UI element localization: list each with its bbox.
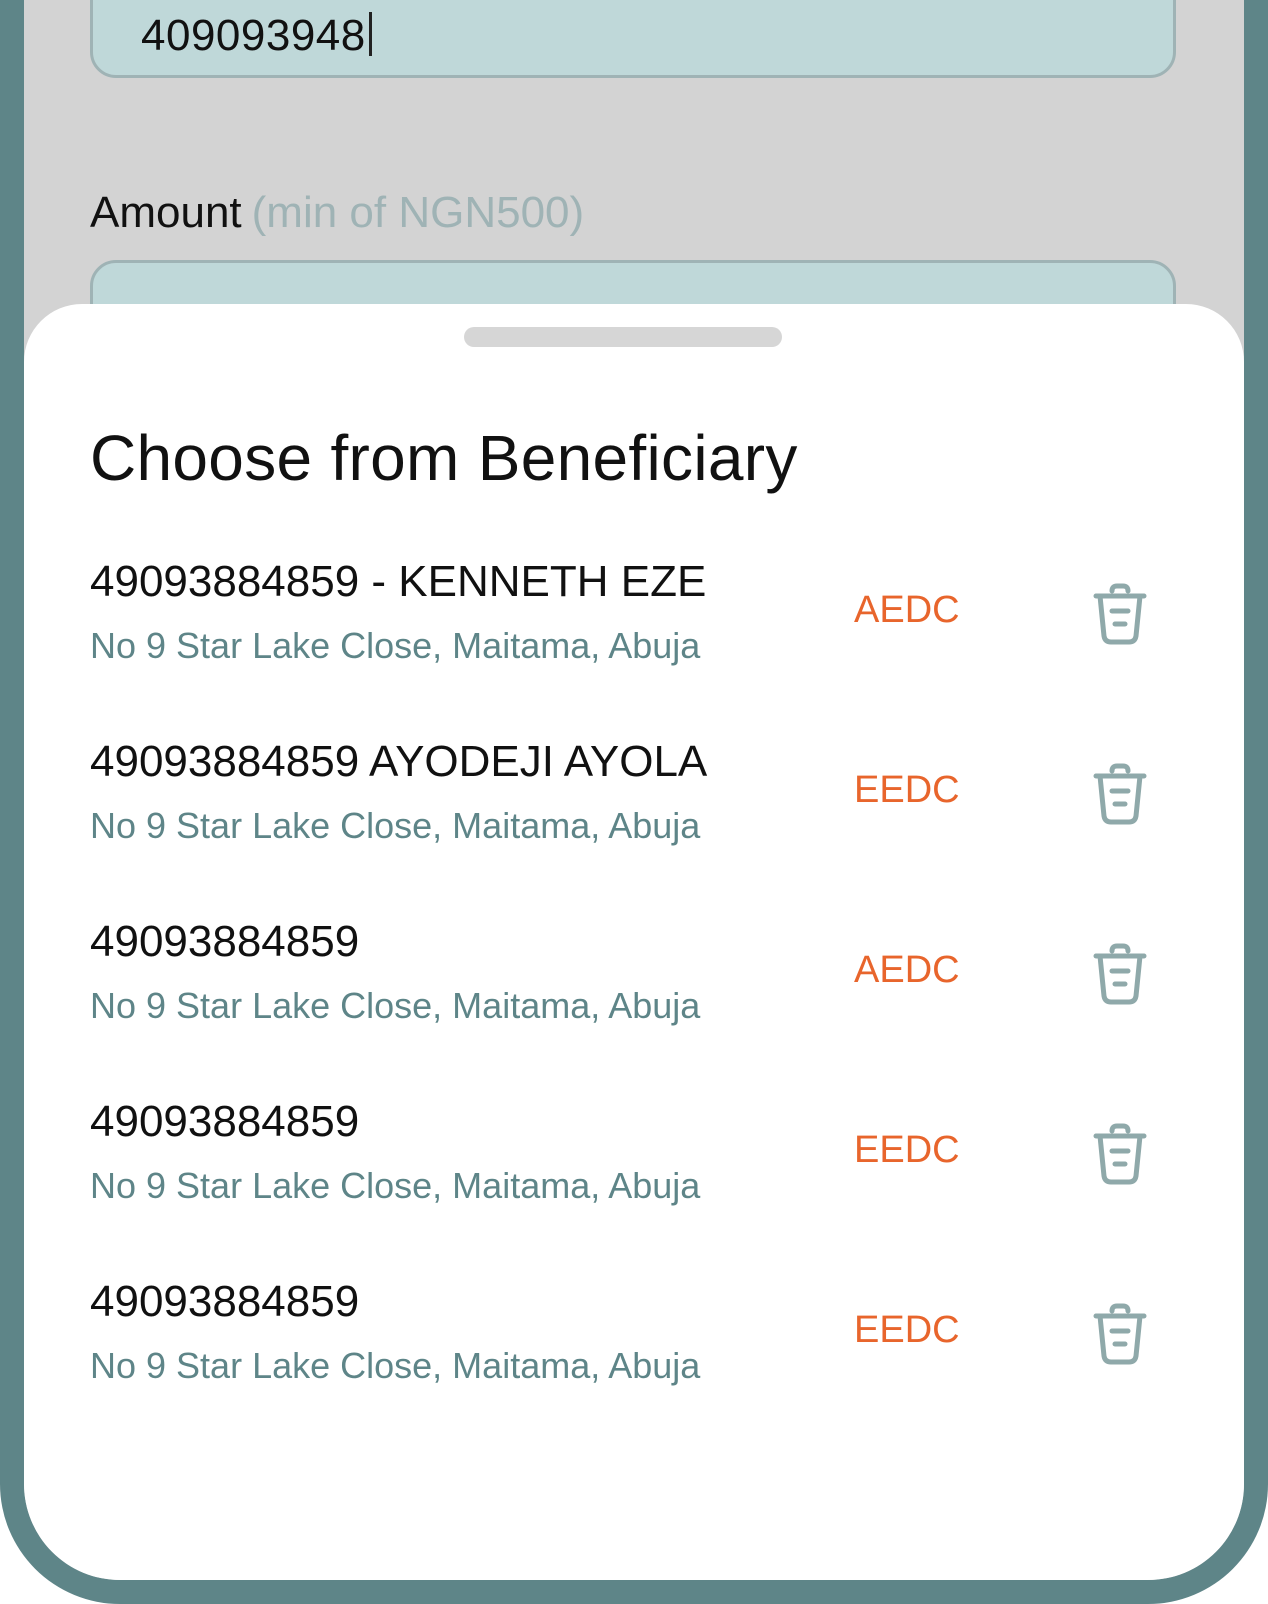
- beneficiary-number: 49093884859: [90, 917, 360, 966]
- beneficiary-address: No 9 Star Lake Close, Maitama, Abuja: [90, 805, 701, 846]
- screen: 409093948 Amount (min of NGN500) Choose f…: [24, 0, 1244, 1580]
- sheet-title: Choose from Beneficiary: [90, 422, 798, 494]
- trash-icon[interactable]: [1092, 1122, 1148, 1186]
- provider-tag: AEDC: [854, 949, 960, 991]
- trash-icon[interactable]: [1092, 582, 1148, 646]
- amount-label: Amount (min of NGN500): [90, 188, 584, 238]
- provider-tag: AEDC: [854, 589, 960, 631]
- provider-tag: EEDC: [854, 1309, 960, 1351]
- beneficiary-number: 49093884859: [90, 557, 360, 606]
- beneficiary-title: 49093884859 - KENNETH EZE: [90, 556, 706, 609]
- beneficiary-row[interactable]: 49093884859 No 9 Star Lake Close, Maitam…: [24, 904, 1244, 1084]
- amount-hint: (min of NGN500): [251, 188, 585, 237]
- beneficiary-address: No 9 Star Lake Close, Maitama, Abuja: [90, 985, 701, 1026]
- sheet-drag-handle[interactable]: [464, 327, 782, 347]
- trash-icon[interactable]: [1092, 1302, 1148, 1366]
- beneficiary-number: 49093884859: [90, 737, 360, 786]
- amount-label-text: Amount: [90, 188, 242, 237]
- beneficiary-separator: [359, 737, 369, 786]
- beneficiary-title: 49093884859: [90, 1096, 359, 1149]
- beneficiary-title: 49093884859: [90, 916, 359, 969]
- beneficiary-row[interactable]: 49093884859 No 9 Star Lake Close, Maitam…: [24, 1084, 1244, 1264]
- trash-icon[interactable]: [1092, 762, 1148, 826]
- device-frame: 409093948 Amount (min of NGN500) Choose f…: [0, 0, 1268, 1604]
- beneficiary-number: 49093884859: [90, 1277, 360, 1326]
- beneficiary-bottom-sheet: Choose from Beneficiary 49093884859 - KE…: [24, 304, 1244, 1580]
- beneficiary-number: 49093884859: [90, 1097, 360, 1146]
- beneficiary-name: KENNETH EZE: [398, 557, 707, 606]
- meter-number-text: 409093948: [141, 11, 366, 60]
- beneficiary-row[interactable]: 49093884859 No 9 Star Lake Close, Maitam…: [24, 1264, 1244, 1444]
- provider-tag: EEDC: [854, 769, 960, 811]
- beneficiary-address: No 9 Star Lake Close, Maitama, Abuja: [90, 625, 701, 666]
- beneficiary-separator: -: [359, 557, 399, 606]
- meter-number-value: 409093948: [141, 11, 372, 61]
- beneficiary-address: No 9 Star Lake Close, Maitama, Abuja: [90, 1165, 701, 1206]
- beneficiary-address: No 9 Star Lake Close, Maitama, Abuja: [90, 1345, 701, 1386]
- beneficiary-row[interactable]: 49093884859 AYODEJI AYOLA No 9 Star Lake…: [24, 724, 1244, 904]
- beneficiary-name: AYODEJI AYOLA: [368, 737, 708, 786]
- provider-tag: EEDC: [854, 1129, 960, 1171]
- beneficiary-row[interactable]: 49093884859 - KENNETH EZE No 9 Star Lake…: [24, 544, 1244, 724]
- meter-number-input[interactable]: 409093948: [90, 0, 1176, 78]
- beneficiary-list: 49093884859 - KENNETH EZE No 9 Star Lake…: [24, 544, 1244, 1444]
- beneficiary-title: 49093884859 AYODEJI AYOLA: [90, 736, 707, 789]
- beneficiary-title: 49093884859: [90, 1276, 359, 1329]
- text-caret: [368, 12, 372, 56]
- trash-icon[interactable]: [1092, 942, 1148, 1006]
